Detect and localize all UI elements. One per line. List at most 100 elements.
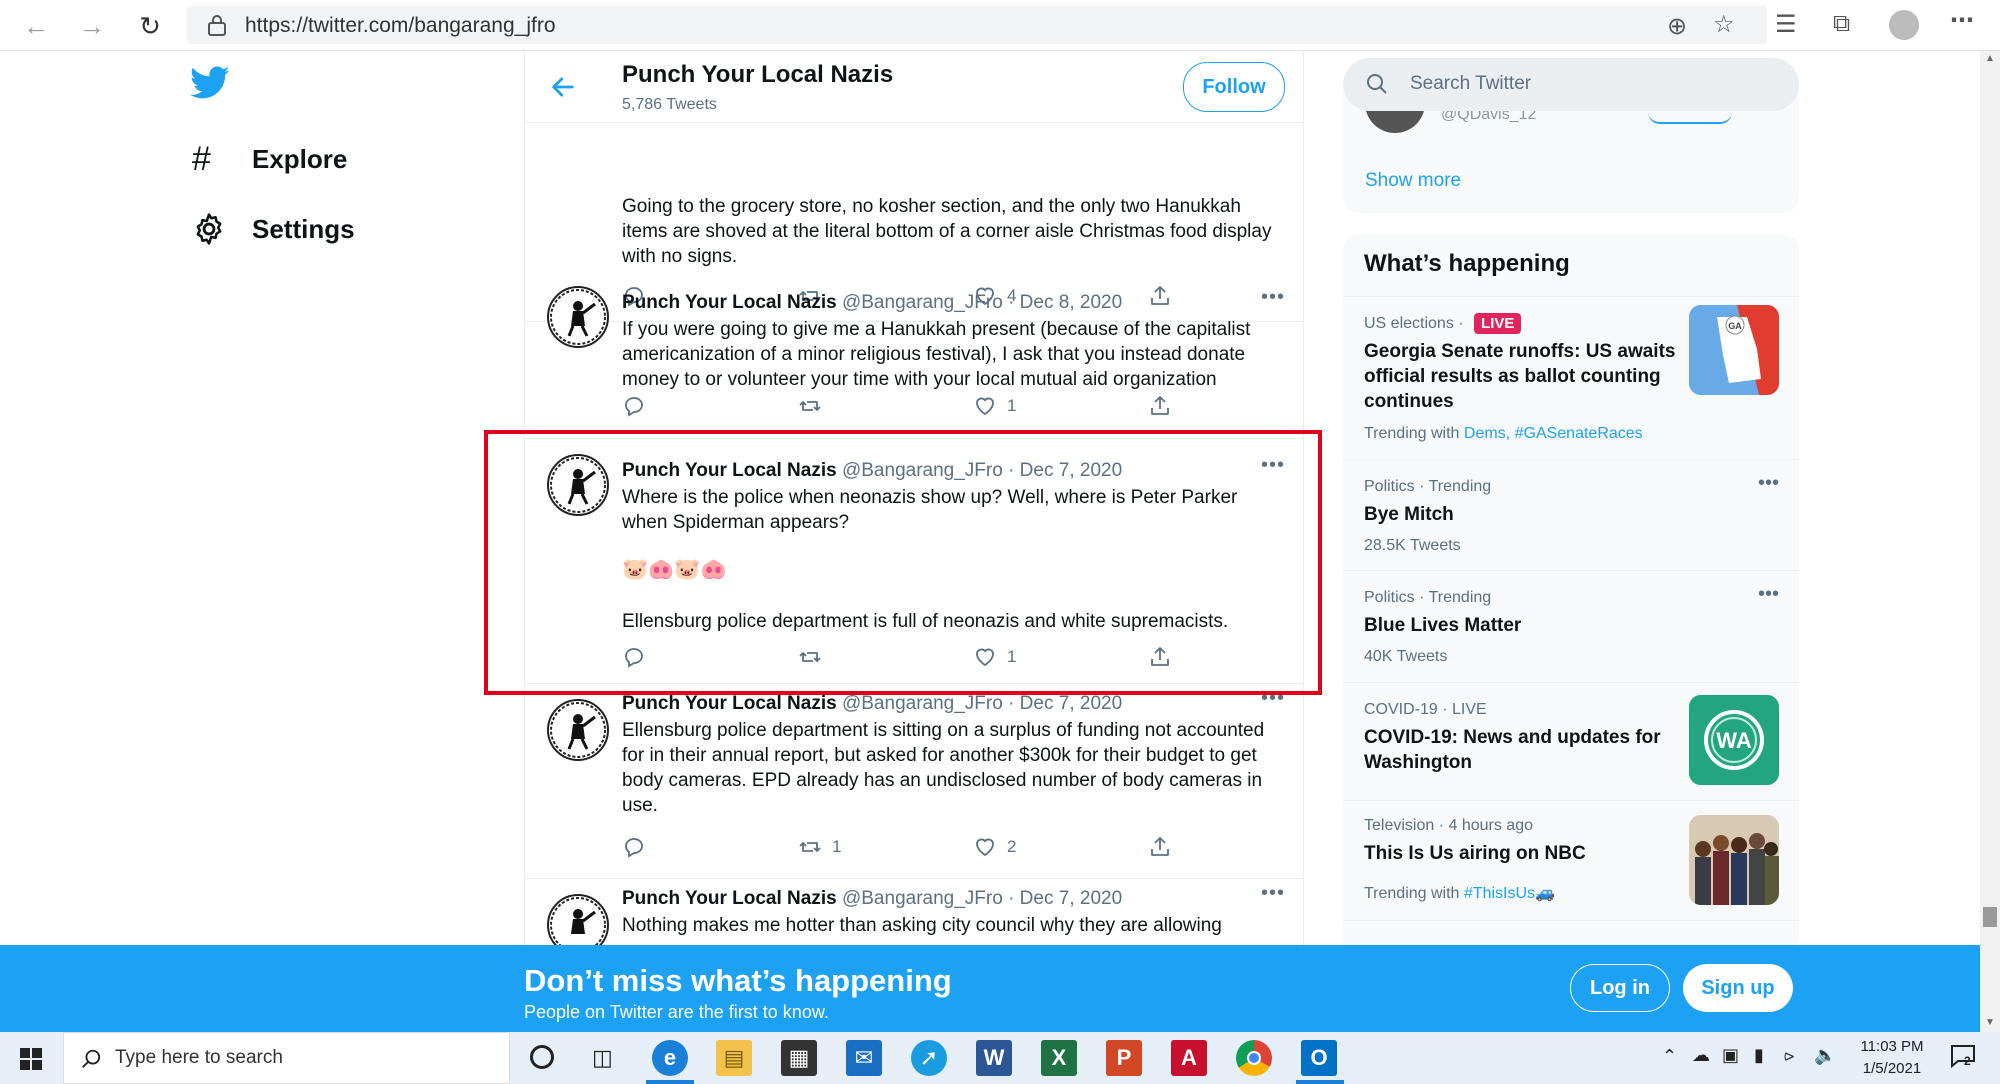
nav-item-explore[interactable]: # Explore — [192, 140, 347, 179]
scrollbar-thumb[interactable] — [1983, 907, 1997, 927]
powerpoint-icon[interactable]: P — [1106, 1040, 1142, 1076]
trend-category: Politics · Trending — [1364, 589, 1492, 606]
like-count: 2 — [1007, 837, 1017, 856]
volume-icon[interactable]: 🔈 — [1814, 1045, 1836, 1066]
back-icon[interactable]: ← — [18, 8, 54, 44]
tweet[interactable]: Punch Your Local Nazis @Bangarang_JFro ·… — [525, 685, 1303, 879]
excel-icon[interactable]: X — [1041, 1040, 1077, 1076]
author-handle[interactable]: @Bangarang_JFro — [842, 888, 1003, 909]
avatar[interactable] — [547, 894, 609, 945]
author-name[interactable]: Punch Your Local Nazis — [622, 888, 837, 909]
avatar[interactable] — [547, 699, 609, 761]
trend-link[interactable]: Dems, — [1464, 425, 1510, 442]
trending-with-label: Trending with — [1364, 885, 1460, 902]
notification-count: 2 — [1964, 1054, 1971, 1068]
word-icon[interactable]: W — [976, 1040, 1012, 1076]
trend-category-text: US elections · — [1364, 315, 1464, 332]
trend-item[interactable]: Television · 4 hours ago This Is Us airi… — [1343, 801, 1799, 921]
acrobat-icon[interactable]: A — [1171, 1040, 1207, 1076]
notification-center-icon[interactable]: 2 — [1950, 1044, 1978, 1070]
share-button[interactable] — [1148, 835, 1182, 859]
trend-item[interactable]: COVID-19 · LIVE COVID-19: News and updat… — [1343, 683, 1799, 801]
like-button[interactable]: 1 — [973, 394, 1016, 418]
tweet-date[interactable]: · Dec 8, 2020 — [1008, 292, 1122, 313]
clock-date[interactable]: 1/5/2021 — [1852, 1060, 1932, 1077]
author-name[interactable]: Punch Your Local Nazis — [622, 693, 837, 714]
like-button[interactable]: 2 — [973, 835, 1016, 859]
twitter-logo-icon[interactable] — [190, 66, 230, 100]
trending-with-label: Trending with — [1364, 425, 1460, 442]
file-explorer-icon[interactable]: ▤ — [716, 1040, 752, 1076]
retweet-button[interactable]: 1 — [798, 835, 841, 859]
edge-browser-icon[interactable]: e — [652, 1040, 688, 1076]
outlook-icon[interactable]: O — [1301, 1040, 1337, 1076]
trend-item[interactable]: Politics · Trending ••• Blue Lives Matte… — [1343, 571, 1799, 683]
profile-header: Punch Your Local Nazis 5,786 Tweets Foll… — [525, 51, 1303, 123]
profile-avatar-icon[interactable] — [1889, 10, 1919, 40]
add-site-icon[interactable]: ⊕ — [1667, 12, 1687, 41]
trend-title: Blue Lives Matter — [1364, 615, 1522, 636]
more-options-icon[interactable]: ••• — [1261, 286, 1285, 309]
search-box[interactable]: Search Twitter — [1343, 58, 1799, 111]
reply-button[interactable] — [622, 835, 656, 859]
georgia-map-icon: GA — [1689, 305, 1779, 395]
reply-button[interactable] — [622, 394, 656, 418]
collections-icon[interactable]: ⧉ — [1833, 10, 1850, 38]
avatar[interactable] — [547, 286, 609, 348]
trend-link[interactable]: #GASenateRaces — [1515, 425, 1643, 442]
author-handle[interactable]: @Bangarang_JFro — [842, 292, 1003, 313]
chrome-icon[interactable] — [1236, 1040, 1272, 1076]
share-icon — [1151, 396, 1169, 415]
scroll-up-icon[interactable]: ▲ — [1985, 53, 1995, 64]
active-app-indicator — [1296, 1080, 1344, 1084]
trend-item[interactable]: US elections · LIVE Georgia Senate runof… — [1343, 297, 1799, 460]
tweet-date[interactable]: · Dec 7, 2020 — [1008, 693, 1122, 714]
more-options-icon[interactable]: ••• — [1758, 583, 1779, 606]
windows-start-icon[interactable] — [20, 1048, 42, 1070]
task-view-icon[interactable]: ◫ — [592, 1045, 613, 1071]
more-options-icon[interactable]: ••• — [1758, 472, 1779, 495]
mail-icon[interactable]: ✉ — [846, 1040, 882, 1076]
follow-button[interactable]: Follow — [1183, 62, 1285, 112]
security-icon[interactable]: ▣ — [1722, 1045, 1739, 1066]
show-more-link[interactable]: Show more — [1365, 170, 1461, 192]
taskbar-search-input[interactable]: Type here to search — [115, 1047, 283, 1069]
refresh-icon[interactable]: ↻ — [132, 8, 168, 44]
tweet-text: Going to the grocery store, no kosher se… — [622, 196, 1272, 267]
tray-chevron-icon[interactable]: ⌃ — [1662, 1046, 1677, 1067]
address-bar[interactable]: https://twitter.com/bangarang_jfro ⊕ ☆ — [187, 6, 1767, 44]
trend-item[interactable]: Politics · Trending ••• Bye Mitch 28.5K … — [1343, 460, 1799, 571]
log-in-button[interactable]: Log in — [1570, 964, 1670, 1012]
author-name[interactable]: Punch Your Local Nazis — [622, 292, 837, 313]
more-options-icon[interactable]: ⋯ — [1950, 6, 1974, 35]
more-options-icon[interactable]: ••• — [1261, 882, 1285, 905]
onedrive-icon[interactable]: ☁ — [1692, 1045, 1710, 1066]
taskbar-search-box[interactable]: Type here to search — [63, 1032, 510, 1084]
trend-title: Bye Mitch — [1364, 504, 1454, 525]
page-scrollbar[interactable]: ▲ ▼ — [1980, 51, 2000, 1032]
trend-link[interactable]: #ThisIsUs — [1464, 885, 1535, 902]
favorites-list-icon[interactable]: ☰ — [1775, 10, 1797, 39]
retweet-button[interactable] — [798, 394, 832, 418]
safari-icon[interactable]: ➚ — [911, 1040, 947, 1076]
share-button[interactable] — [1148, 394, 1182, 418]
scroll-down-icon[interactable]: ▼ — [1985, 1017, 1995, 1028]
tweet[interactable]: Punch Your Local Nazis @Bangarang_JFro ·… — [525, 880, 1303, 945]
nav-item-settings[interactable]: Settings — [192, 212, 355, 246]
cortana-icon[interactable] — [530, 1045, 554, 1069]
sign-up-button[interactable]: Sign up — [1683, 964, 1793, 1012]
search-input[interactable]: Search Twitter — [1410, 73, 1531, 95]
favorite-star-icon[interactable]: ☆ — [1713, 10, 1735, 39]
wifi-icon[interactable]: ⪧ — [1784, 1045, 1794, 1066]
thumb-label: GA — [1728, 321, 1742, 331]
tweet[interactable]: Punch Your Local Nazis @Bangarang_JFro ·… — [525, 272, 1303, 439]
tweet-date[interactable]: · Dec 7, 2020 — [1008, 888, 1122, 909]
retweet-icon — [799, 401, 821, 411]
clock-time[interactable]: 11:03 PM — [1852, 1038, 1932, 1055]
author-handle[interactable]: @Bangarang_JFro — [842, 693, 1003, 714]
battery-icon[interactable]: ▮ — [1754, 1045, 1764, 1066]
tweet-header: Punch Your Local Nazis @Bangarang_JFro ·… — [622, 888, 1122, 910]
back-arrow-icon[interactable] — [549, 73, 577, 101]
store-icon[interactable]: ▦ — [781, 1040, 817, 1076]
forward-icon[interactable]: → — [74, 8, 110, 44]
